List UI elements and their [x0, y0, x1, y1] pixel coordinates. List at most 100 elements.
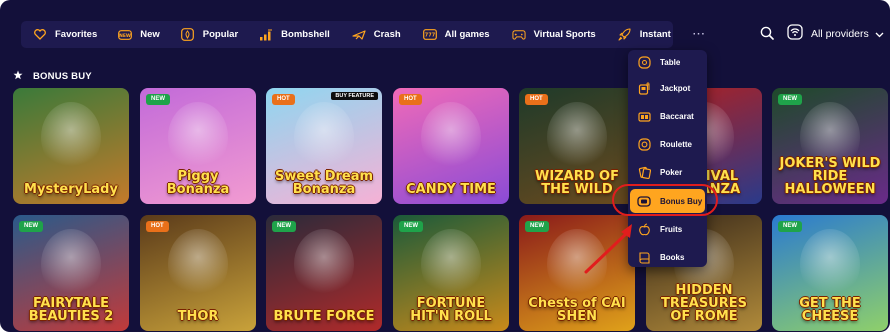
- search-button[interactable]: [760, 26, 774, 40]
- rocket-icon: [618, 28, 632, 42]
- providers-icon: [787, 23, 803, 45]
- game-card[interactable]: NEW FAIRYTALE BEAUTIES 2: [13, 215, 129, 331]
- bombshell-icon: [259, 28, 273, 42]
- status-badge: HOT: [272, 94, 295, 105]
- category-dropdown-menu: Table Jackpot Baccarat Roulette Poker Bo…: [628, 50, 707, 267]
- game-card-character: [168, 102, 228, 172]
- game-title: FORTUNE HIT'N ROLL: [410, 296, 492, 324]
- game-title: JOKER'S WILD RIDE HALLOWEEN: [779, 156, 881, 197]
- game-title: GET THE CHEESE: [799, 296, 861, 324]
- status-badge: NEW: [272, 221, 296, 232]
- dropdown-label: Roulette: [660, 139, 692, 149]
- game-card[interactable]: NEW GET THE CHEESE: [772, 215, 888, 331]
- nav-label: Instant: [639, 29, 671, 40]
- game-card[interactable]: HOT THOR: [140, 215, 256, 331]
- buy-feature-badge: BUY FEATURE: [331, 92, 378, 100]
- game-title: Chests of CAI SHEN: [528, 296, 626, 324]
- dropdown-item-jackpot[interactable]: Jackpot: [628, 76, 707, 100]
- app-frame: Favorites NEW New Popular Bombshell Cras…: [0, 0, 890, 332]
- status-badge: NEW: [525, 221, 549, 232]
- baccarat-icon: [637, 109, 651, 123]
- nav-item-new[interactable]: NEW New: [97, 21, 160, 48]
- game-card[interactable]: NEW Piggy Bonanza: [140, 88, 256, 204]
- dropdown-label: Jackpot: [660, 83, 691, 93]
- poker-icon: [637, 165, 651, 179]
- game-card-character: [168, 229, 228, 299]
- game-title: BRUTE FORCE: [273, 309, 375, 324]
- dropdown-label: Books: [660, 252, 685, 262]
- status-badge: HOT: [146, 221, 169, 232]
- nav-label: Bombshell: [281, 29, 330, 40]
- table-icon: [637, 55, 651, 69]
- dropdown-item-baccarat[interactable]: Baccarat: [628, 104, 707, 128]
- status-badge: HOT: [525, 94, 548, 105]
- nav-label: Crash: [373, 29, 401, 40]
- svg-text:NEW: NEW: [119, 33, 131, 39]
- game-title: Sweet Dream Bonanza: [274, 169, 374, 197]
- plane-icon: [352, 28, 366, 42]
- dropdown-label: Baccarat: [660, 111, 694, 121]
- category-nav: Favorites NEW New Popular Bombshell Cras…: [21, 21, 705, 48]
- section-title: BONUS BUY: [33, 70, 92, 82]
- game-title: Piggy Bonanza: [166, 169, 230, 197]
- status-badge: NEW: [399, 221, 423, 232]
- game-card[interactable]: NEW BRUTE FORCE: [266, 215, 382, 331]
- game-card[interactable]: NEW FORTUNE HIT'N ROLL: [393, 215, 509, 331]
- nav-item-popular[interactable]: Popular: [160, 21, 238, 48]
- game-card[interactable]: NEW Chests of CAI SHEN: [519, 215, 635, 331]
- gamepad-icon: [511, 28, 526, 42]
- game-card-character: [41, 229, 101, 299]
- dropdown-item-books[interactable]: Books: [628, 245, 707, 269]
- chevron-down-icon: [875, 25, 884, 43]
- annotation-highlight-ring: [612, 184, 718, 216]
- nav-item-crash[interactable]: Crash: [330, 21, 401, 48]
- section-header: BONUS BUY: [13, 67, 92, 85]
- game-card[interactable]: HOT BUY FEATURE Sweet Dream Bonanza: [266, 88, 382, 204]
- nav-label: Virtual Sports: [533, 29, 596, 40]
- game-card[interactable]: MysteryLady: [13, 88, 129, 204]
- more-icon: ···: [692, 29, 706, 40]
- game-card[interactable]: HOT CANDY TIME: [393, 88, 509, 204]
- heart-icon: [33, 28, 47, 42]
- dropdown-item-fruits[interactable]: Fruits: [628, 217, 707, 241]
- game-card-character: [41, 102, 101, 172]
- dropdown-item-poker[interactable]: Poker: [628, 160, 707, 184]
- game-title: THOR: [177, 309, 219, 324]
- dropdown-item-roulette[interactable]: Roulette: [628, 132, 707, 156]
- star-icon: [13, 67, 23, 85]
- svg-text:777: 777: [424, 33, 435, 39]
- nav-label: All games: [444, 29, 490, 40]
- nav-item-more[interactable]: ···: [671, 21, 706, 48]
- all-games-icon: 777: [422, 28, 437, 42]
- game-card-character: [294, 229, 354, 299]
- status-badge: NEW: [19, 221, 43, 232]
- game-card[interactable]: NEW JOKER'S WILD RIDE HALLOWEEN: [772, 88, 888, 204]
- game-title: MysteryLady: [24, 182, 118, 197]
- search-icon: [760, 26, 774, 40]
- status-badge: NEW: [146, 94, 170, 105]
- nav-label: New: [140, 29, 160, 40]
- dropdown-label: Table: [660, 57, 681, 67]
- providers-dropdown[interactable]: All providers: [787, 23, 884, 45]
- nav-item-favorites[interactable]: Favorites: [21, 21, 97, 48]
- game-card-character: [800, 229, 860, 299]
- dropdown-label: Fruits: [660, 224, 683, 234]
- nav-item-bombshell[interactable]: Bombshell: [238, 21, 330, 48]
- nav-item-instant[interactable]: Instant: [596, 21, 671, 48]
- game-title: CANDY TIME: [406, 182, 496, 197]
- new-icon: NEW: [118, 28, 133, 42]
- game-card-character: [421, 229, 481, 299]
- game-card-character: [547, 102, 607, 172]
- roulette-icon: [637, 137, 651, 151]
- status-badge: NEW: [778, 94, 802, 105]
- game-card-character: [294, 102, 354, 172]
- books-icon: [637, 250, 651, 264]
- nav-item-virtual-sports[interactable]: Virtual Sports: [490, 21, 596, 48]
- nav-label: Favorites: [55, 29, 98, 40]
- status-badge: HOT: [399, 94, 422, 105]
- jackpot-icon: [637, 81, 651, 95]
- dropdown-item-table[interactable]: Table: [628, 50, 707, 74]
- nav-item-all-games[interactable]: 777 All games: [401, 21, 490, 48]
- nav-label: Popular: [202, 29, 239, 40]
- providers-label: All providers: [811, 28, 869, 40]
